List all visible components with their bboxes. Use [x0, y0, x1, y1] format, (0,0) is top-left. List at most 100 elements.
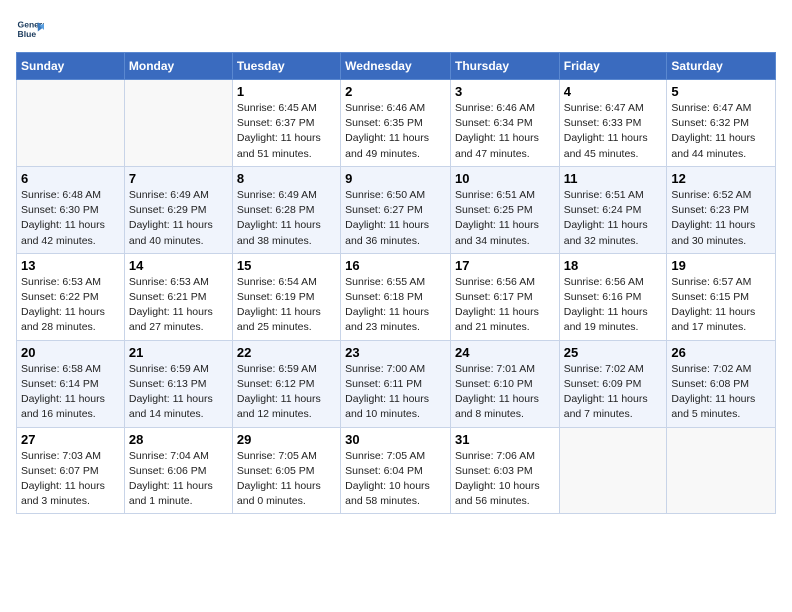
- day-number: 25: [564, 345, 663, 360]
- day-info: Sunrise: 6:47 AM Sunset: 6:32 PM Dayligh…: [671, 101, 771, 162]
- day-number: 2: [345, 84, 446, 99]
- day-number: 18: [564, 258, 663, 273]
- day-number: 3: [455, 84, 555, 99]
- day-info: Sunrise: 6:53 AM Sunset: 6:21 PM Dayligh…: [129, 275, 228, 336]
- day-cell: 3 Sunrise: 6:46 AM Sunset: 6:34 PM Daylig…: [450, 80, 559, 167]
- weekday-header-thursday: Thursday: [450, 53, 559, 80]
- day-number: 26: [671, 345, 771, 360]
- day-info: Sunrise: 7:02 AM Sunset: 6:08 PM Dayligh…: [671, 362, 771, 423]
- day-info: Sunrise: 6:58 AM Sunset: 6:14 PM Dayligh…: [21, 362, 120, 423]
- day-cell: 5 Sunrise: 6:47 AM Sunset: 6:32 PM Daylig…: [667, 80, 776, 167]
- day-info: Sunrise: 6:57 AM Sunset: 6:15 PM Dayligh…: [671, 275, 771, 336]
- day-number: 4: [564, 84, 663, 99]
- day-info: Sunrise: 7:06 AM Sunset: 6:03 PM Dayligh…: [455, 449, 555, 510]
- day-number: 5: [671, 84, 771, 99]
- day-number: 28: [129, 432, 228, 447]
- day-info: Sunrise: 6:59 AM Sunset: 6:13 PM Dayligh…: [129, 362, 228, 423]
- day-info: Sunrise: 6:53 AM Sunset: 6:22 PM Dayligh…: [21, 275, 120, 336]
- day-number: 10: [455, 171, 555, 186]
- day-info: Sunrise: 6:54 AM Sunset: 6:19 PM Dayligh…: [237, 275, 336, 336]
- day-number: 31: [455, 432, 555, 447]
- day-number: 17: [455, 258, 555, 273]
- day-cell: [17, 80, 125, 167]
- weekday-header-tuesday: Tuesday: [232, 53, 340, 80]
- day-number: 30: [345, 432, 446, 447]
- day-number: 23: [345, 345, 446, 360]
- week-row-4: 20 Sunrise: 6:58 AM Sunset: 6:14 PM Dayli…: [17, 340, 776, 427]
- day-number: 19: [671, 258, 771, 273]
- weekday-header-sunday: Sunday: [17, 53, 125, 80]
- day-cell: 24 Sunrise: 7:01 AM Sunset: 6:10 PM Dayli…: [450, 340, 559, 427]
- day-number: 29: [237, 432, 336, 447]
- day-cell: 9Sunrise: 6:50 AM Sunset: 6:27 PM Daylig…: [341, 166, 451, 253]
- weekday-header-saturday: Saturday: [667, 53, 776, 80]
- page-container: General Blue SundayMondayTuesdayWednesda…: [0, 0, 792, 524]
- day-cell: 23 Sunrise: 7:00 AM Sunset: 6:11 PM Dayli…: [341, 340, 451, 427]
- day-cell: 25 Sunrise: 7:02 AM Sunset: 6:09 PM Dayli…: [559, 340, 667, 427]
- day-number: 27: [21, 432, 120, 447]
- day-number: 1: [237, 84, 336, 99]
- day-info: Sunrise: 6:48 AM Sunset: 6:30 PM Dayligh…: [21, 188, 120, 249]
- logo-icon: General Blue: [16, 16, 44, 44]
- day-info: Sunrise: 6:47 AM Sunset: 6:33 PM Dayligh…: [564, 101, 663, 162]
- day-info: Sunrise: 6:49 AM Sunset: 6:29 PM Dayligh…: [129, 188, 228, 249]
- day-cell: [667, 427, 776, 514]
- day-info: Sunrise: 6:45 AM Sunset: 6:37 PM Dayligh…: [237, 101, 336, 162]
- day-cell: 17 Sunrise: 6:56 AM Sunset: 6:17 PM Dayli…: [450, 253, 559, 340]
- day-cell: 26 Sunrise: 7:02 AM Sunset: 6:08 PM Dayli…: [667, 340, 776, 427]
- calendar-table: SundayMondayTuesdayWednesdayThursdayFrid…: [16, 52, 776, 514]
- header: General Blue: [16, 16, 776, 44]
- day-number: 14: [129, 258, 228, 273]
- day-info: Sunrise: 6:56 AM Sunset: 6:16 PM Dayligh…: [564, 275, 663, 336]
- day-info: Sunrise: 7:01 AM Sunset: 6:10 PM Dayligh…: [455, 362, 555, 423]
- day-info: Sunrise: 6:51 AM Sunset: 6:24 PM Dayligh…: [564, 188, 663, 249]
- day-info: Sunrise: 7:02 AM Sunset: 6:09 PM Dayligh…: [564, 362, 663, 423]
- day-cell: 2 Sunrise: 6:46 AM Sunset: 6:35 PM Daylig…: [341, 80, 451, 167]
- day-info: Sunrise: 7:05 AM Sunset: 6:04 PM Dayligh…: [345, 449, 446, 510]
- day-number: 11: [564, 171, 663, 186]
- day-cell: 10 Sunrise: 6:51 AM Sunset: 6:25 PM Dayli…: [450, 166, 559, 253]
- day-cell: 31 Sunrise: 7:06 AM Sunset: 6:03 PM Dayli…: [450, 427, 559, 514]
- day-cell: 21 Sunrise: 6:59 AM Sunset: 6:13 PM Dayli…: [124, 340, 232, 427]
- day-cell: 7 Sunrise: 6:49 AM Sunset: 6:29 PM Daylig…: [124, 166, 232, 253]
- day-cell: 13 Sunrise: 6:53 AM Sunset: 6:22 PM Dayli…: [17, 253, 125, 340]
- day-number: 21: [129, 345, 228, 360]
- day-cell: 19 Sunrise: 6:57 AM Sunset: 6:15 PM Dayli…: [667, 253, 776, 340]
- day-cell: 29 Sunrise: 7:05 AM Sunset: 6:05 PM Dayli…: [232, 427, 340, 514]
- day-cell: 28 Sunrise: 7:04 AM Sunset: 6:06 PM Dayli…: [124, 427, 232, 514]
- day-info: Sunrise: 7:04 AM Sunset: 6:06 PM Dayligh…: [129, 449, 228, 510]
- day-number: 9: [345, 171, 446, 186]
- svg-text:Blue: Blue: [18, 29, 37, 39]
- day-cell: 22Sunrise: 6:59 AM Sunset: 6:12 PM Dayli…: [232, 340, 340, 427]
- day-cell: 4 Sunrise: 6:47 AM Sunset: 6:33 PM Daylig…: [559, 80, 667, 167]
- day-cell: 30 Sunrise: 7:05 AM Sunset: 6:04 PM Dayli…: [341, 427, 451, 514]
- day-cell: 14 Sunrise: 6:53 AM Sunset: 6:21 PM Dayli…: [124, 253, 232, 340]
- day-info: Sunrise: 6:56 AM Sunset: 6:17 PM Dayligh…: [455, 275, 555, 336]
- weekday-header-wednesday: Wednesday: [341, 53, 451, 80]
- day-info: Sunrise: 7:03 AM Sunset: 6:07 PM Dayligh…: [21, 449, 120, 510]
- day-info: Sunrise: 6:51 AM Sunset: 6:25 PM Dayligh…: [455, 188, 555, 249]
- day-cell: 18 Sunrise: 6:56 AM Sunset: 6:16 PM Dayli…: [559, 253, 667, 340]
- day-cell: [124, 80, 232, 167]
- day-cell: 27 Sunrise: 7:03 AM Sunset: 6:07 PM Dayli…: [17, 427, 125, 514]
- day-number: 24: [455, 345, 555, 360]
- weekday-header-monday: Monday: [124, 53, 232, 80]
- day-number: 7: [129, 171, 228, 186]
- day-cell: 15 Sunrise: 6:54 AM Sunset: 6:19 PM Dayli…: [232, 253, 340, 340]
- day-cell: 8Sunrise: 6:49 AM Sunset: 6:28 PM Daylig…: [232, 166, 340, 253]
- day-number: 15: [237, 258, 336, 273]
- day-info: Sunrise: 6:46 AM Sunset: 6:35 PM Dayligh…: [345, 101, 446, 162]
- day-number: 13: [21, 258, 120, 273]
- logo: General Blue: [16, 16, 48, 44]
- day-info: Sunrise: 7:05 AM Sunset: 6:05 PM Dayligh…: [237, 449, 336, 510]
- day-cell: 16Sunrise: 6:55 AM Sunset: 6:18 PM Dayli…: [341, 253, 451, 340]
- week-row-5: 27 Sunrise: 7:03 AM Sunset: 6:07 PM Dayli…: [17, 427, 776, 514]
- day-cell: 1 Sunrise: 6:45 AM Sunset: 6:37 PM Daylig…: [232, 80, 340, 167]
- day-info: Sunrise: 6:52 AM Sunset: 6:23 PM Dayligh…: [671, 188, 771, 249]
- day-number: 8: [237, 171, 336, 186]
- day-info: Sunrise: 6:46 AM Sunset: 6:34 PM Dayligh…: [455, 101, 555, 162]
- day-number: 22: [237, 345, 336, 360]
- day-number: 16: [345, 258, 446, 273]
- day-number: 20: [21, 345, 120, 360]
- day-info: Sunrise: 7:00 AM Sunset: 6:11 PM Dayligh…: [345, 362, 446, 423]
